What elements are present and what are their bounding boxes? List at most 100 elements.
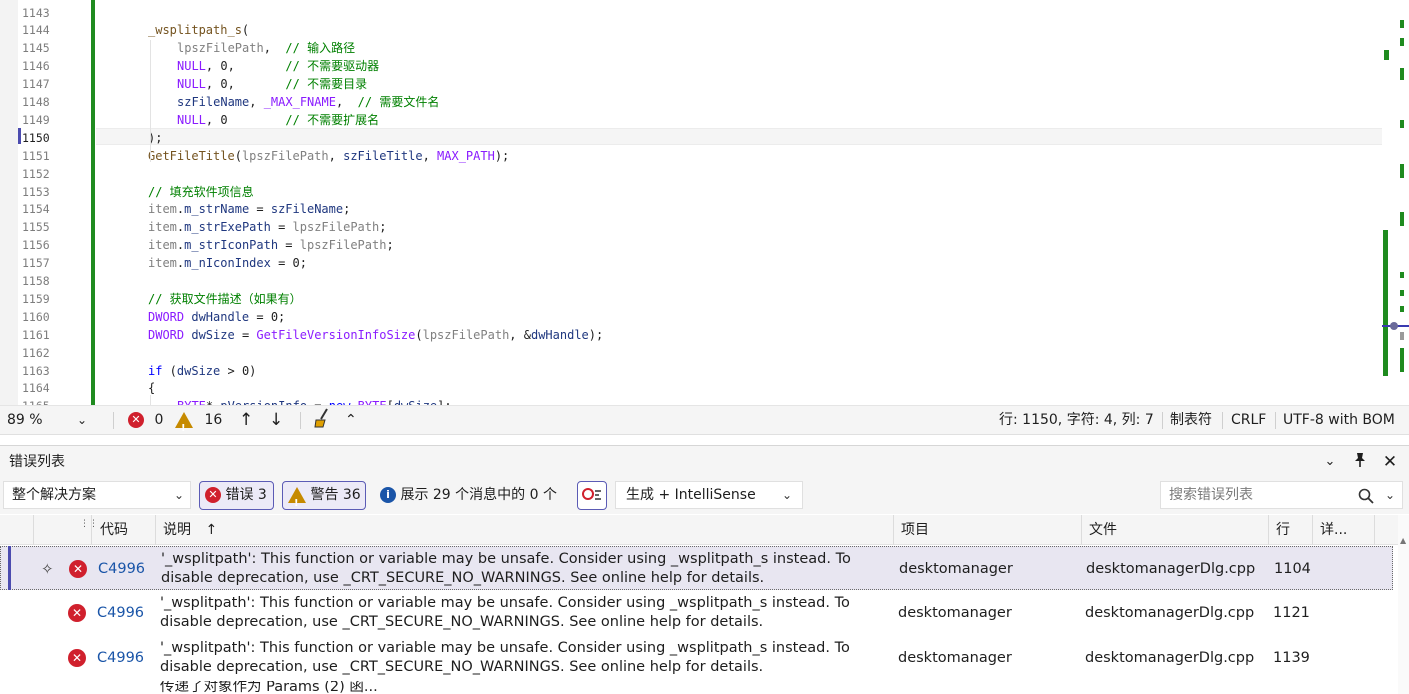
arrow-down-icon[interactable]: ↓ <box>269 406 283 434</box>
arrow-up-icon[interactable]: ↑ <box>239 406 253 434</box>
code-token: NULL <box>177 59 206 74</box>
build-source-dropdown[interactable]: 生成 + IntelliSense ⌄ <box>615 481 803 509</box>
code-editor[interactable]: 1143 1144 1145 1146 1147 1148 1149 1150 1151 1152… <box>0 0 1409 405</box>
error-list-scrollbar[interactable]: ▲ <box>1398 515 1409 694</box>
code-line[interactable]: NULL, 0, // 不需要目录 <box>177 76 367 94</box>
code-line[interactable]: _wsplitpath_s( <box>148 22 249 40</box>
code-line[interactable]: BYTE* pVersionInfo = new BYTE[dwSize]; <box>177 398 452 405</box>
error-code-link[interactable]: C4996 <box>97 591 144 635</box>
messages-filter-toggle[interactable]: i 展示 29 个消息中的 0 个 <box>374 481 569 510</box>
code-line[interactable]: DWORD dwSize = GetFileVersionInfoSize(lp… <box>148 327 603 345</box>
column-divider <box>155 515 156 545</box>
scope-value: 整个解决方案 <box>12 487 96 503</box>
error-count-button[interactable]: ✕ 0 <box>128 406 163 434</box>
code-token: = <box>278 238 300 253</box>
search-error-list-input[interactable]: 搜索错误列表 ⌄ <box>1160 481 1403 509</box>
line-number: 1152 <box>22 166 50 181</box>
code-token: = 0; <box>249 309 286 324</box>
code-token: NULL <box>177 77 206 92</box>
scope-dropdown[interactable]: 整个解决方案 ⌄ <box>3 481 191 509</box>
code-line[interactable]: item.m_strName = szFileName; <box>148 201 350 219</box>
error-description: '_wsplitpath': This function or variable… <box>160 595 850 630</box>
error-code-link[interactable]: C4996 <box>97 636 144 680</box>
zoom-level: 89 % <box>7 412 43 428</box>
chevron-down-icon[interactable]: ⌄ <box>1385 482 1395 508</box>
column-chooser-icon[interactable]: ⋮⋮ <box>80 509 98 539</box>
code-token: lpszFilePath <box>299 238 387 253</box>
code-token: , 0, <box>205 59 286 74</box>
cursor-position[interactable]: 行: 1150, 字符: 4, 列: 7 <box>999 406 1154 434</box>
code-line[interactable]: if (dwSize > 0) <box>148 363 256 381</box>
clear-filter-button[interactable] <box>577 481 607 510</box>
error-project: desktomanager <box>899 560 1013 577</box>
code-line[interactable]: lpszFilePath, // 输入路径 <box>177 40 355 58</box>
scroll-map-caret-dot <box>1390 322 1398 330</box>
error-row[interactable]: ✧ ✕ C4996 '_wsplitpath': This function o… <box>0 546 1393 590</box>
chevron-down-icon[interactable]: ⌄ <box>1320 452 1340 472</box>
code-line[interactable]: item.m_strExePath = lpszFilePath; <box>148 219 386 237</box>
code-token: , & <box>509 327 531 342</box>
code-line[interactable]: NULL, 0 // 不需要扩展名 <box>177 112 379 130</box>
column-header-code[interactable]: 代码 <box>100 515 128 545</box>
code-line[interactable]: // 获取文件描述（如果有） <box>148 291 302 309</box>
code-line[interactable]: // 填充软件项信息 <box>148 184 254 202</box>
code-token: lpszFilePath <box>292 220 380 235</box>
errors-filter-toggle[interactable]: ✕ 错误 3 <box>199 481 274 510</box>
file-encoding[interactable]: UTF-8 with BOM <box>1283 406 1395 434</box>
warning-icon: ! <box>175 412 193 434</box>
code-line[interactable]: NULL, 0, // 不需要驱动器 <box>177 58 379 76</box>
error-code-link[interactable]: C4996 <box>98 547 145 591</box>
error-line: 1139 <box>1273 649 1310 666</box>
line-number: 1154 <box>22 202 50 217</box>
messages-chip-label: 展示 29 个消息中的 0 个 <box>400 487 557 503</box>
error-row-partial[interactable]: 传递了对象作为 Params (2) 函... <box>0 681 1393 694</box>
warning-count-button[interactable]: ! 16 <box>175 406 222 434</box>
code-cleanup-broom-icon[interactable] <box>313 407 333 435</box>
chevron-down-icon: ⌄ <box>781 488 792 502</box>
code-token: , <box>249 95 264 109</box>
column-header-file[interactable]: 文件 <box>1089 515 1117 545</box>
error-row[interactable]: ✕ C4996 '_wsplitpath': This function or … <box>0 636 1393 680</box>
code-token: m_strName <box>184 202 250 217</box>
code-comment: // 不需要驱动器 <box>285 59 380 74</box>
zoom-combo[interactable]: 89 % ⌄ <box>7 406 93 434</box>
code-line[interactable]: item.m_strIconPath = lpszFilePath; <box>148 237 394 255</box>
error-row[interactable]: ✕ C4996 '_wsplitpath': This function or … <box>0 591 1393 635</box>
error-description: '_wsplitpath': This function or variable… <box>160 640 850 675</box>
editor-scroll-map[interactable] <box>1382 0 1409 405</box>
panel-title: 错误列表 <box>9 454 65 470</box>
code-line[interactable]: szFileName, _MAX_FNAME, // 需要文件名 <box>177 94 439 112</box>
scroll-up-arrow-icon[interactable]: ▲ <box>1400 536 1406 545</box>
scroll-map-change-mark <box>1400 38 1404 46</box>
scroll-map-change-mark <box>1400 20 1404 28</box>
column-header-description[interactable]: 说明 ↑ <box>163 515 217 545</box>
line-number: 1160 <box>22 309 50 324</box>
code-token: szFileName <box>177 95 250 109</box>
line-number: 1157 <box>22 256 50 271</box>
warnings-filter-toggle[interactable]: ! 警告 36 <box>282 481 366 510</box>
indent-mode[interactable]: 制表符 <box>1170 406 1212 434</box>
close-icon[interactable]: ✕ <box>1380 452 1400 472</box>
current-line-highlight <box>96 128 1382 145</box>
code-line[interactable]: GetFileTitle(lpszFilePath, szFileTitle, … <box>148 148 509 166</box>
code-line[interactable]: DWORD dwHandle = 0; <box>148 309 285 327</box>
code-token: { <box>148 381 156 396</box>
code-token: lpszFilePath <box>241 148 329 163</box>
column-divider <box>1081 515 1082 545</box>
pin-icon[interactable] <box>1350 452 1370 472</box>
column-header-line[interactable]: 行 <box>1276 515 1290 545</box>
error-list-toolbar: 整个解决方案 ⌄ ✕ 错误 3 ! 警告 36 i 展示 29 个消息中的 0 … <box>0 478 1409 514</box>
column-header-detail[interactable]: 详... <box>1320 515 1347 545</box>
line-ending[interactable]: CRLF <box>1231 406 1266 434</box>
chevron-down-icon: ⌄ <box>76 413 87 427</box>
chevron-up-icon[interactable]: ⌃ <box>345 406 357 434</box>
column-header-project[interactable]: 项目 <box>901 515 929 545</box>
column-divider <box>1312 515 1313 545</box>
line-number: 1147 <box>22 77 50 92</box>
code-token: , 0, <box>205 77 286 92</box>
code-line[interactable]: item.m_nIconIndex = 0; <box>148 255 307 273</box>
line-number: 1153 <box>22 184 50 199</box>
info-icon: i <box>380 487 396 503</box>
status-divider <box>1222 412 1223 429</box>
code-token: , <box>263 41 286 56</box>
